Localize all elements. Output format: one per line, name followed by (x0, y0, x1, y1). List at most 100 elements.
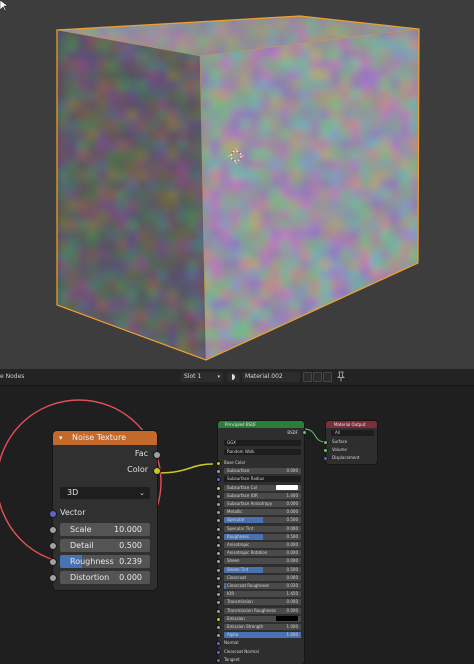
scale-field[interactable]: Scale 10.000 (60, 523, 150, 536)
cube-render[interactable] (0, 0, 474, 369)
input-socket[interactable] (216, 584, 221, 589)
fake-user-button[interactable] (303, 372, 312, 382)
bsdf-input-label: Normal (224, 640, 239, 646)
surface-input-socket[interactable] (323, 440, 328, 445)
input-socket[interactable] (216, 616, 221, 622)
dimensions-dropdown[interactable]: 3D ⌄ (60, 487, 150, 499)
input-socket[interactable] (216, 510, 221, 516)
bsdf-input-label: Transmission Roughness (227, 607, 276, 613)
displacement-input-socket[interactable] (323, 456, 328, 461)
shader-node-editor[interactable]: e Nodes Slot 1 ▾ Material.002 ▾ Noise Te… (0, 369, 474, 664)
input-socket[interactable] (216, 543, 221, 548)
bsdf-input-label: Emission (227, 615, 245, 621)
bsdf-input-row[interactable]: Sheen Tint 0.500 (216, 566, 301, 573)
input-socket[interactable] (216, 502, 221, 507)
bsdf-input-row[interactable]: Alpha 1.000 (216, 632, 301, 639)
roughness-slider[interactable]: Roughness 0.239 (60, 555, 150, 568)
bsdf-input-row[interactable]: Emission (216, 615, 301, 622)
input-socket[interactable] (216, 567, 221, 573)
distribution-dropdown[interactable]: GGX (224, 440, 301, 446)
3d-viewport[interactable] (0, 0, 474, 369)
input-socket[interactable] (216, 633, 221, 639)
bsdf-input-row: Normal (216, 640, 301, 647)
input-socket[interactable] (216, 461, 221, 466)
duplicate-material-button[interactable] (313, 372, 322, 382)
color-swatch[interactable] (276, 616, 298, 622)
input-socket[interactable] (216, 600, 221, 606)
input-socket[interactable] (216, 485, 221, 491)
bsdf-input-row[interactable]: Specular 0.500 (216, 517, 301, 524)
editor-type-label[interactable]: e Nodes (0, 373, 24, 380)
material-output-node[interactable]: Material Output All Surface Volume Displ… (323, 421, 377, 464)
bsdf-input-row[interactable]: Subsurface IOR 1.400 (216, 492, 301, 499)
bsdf-output-socket[interactable] (302, 430, 307, 435)
input-socket[interactable] (216, 657, 221, 663)
subsurface-method-dropdown[interactable]: Random Walk (224, 449, 301, 455)
principled-bsdf-node[interactable]: Principled BSDF BSDF GGX Random Walk Bas… (216, 421, 307, 664)
scale-value: 10.000 (114, 525, 142, 534)
bsdf-input-label: Subsurface Col (227, 484, 258, 490)
detail-input-socket[interactable] (49, 542, 57, 550)
input-socket[interactable] (216, 551, 221, 557)
bsdf-input-label: Sheen (227, 558, 240, 564)
material-slot-dropdown[interactable]: Slot 1 ▾ (181, 372, 223, 382)
bsdf-input-row[interactable]: Subsurface Radius (216, 476, 301, 483)
bsdf-input-row[interactable]: Subsurface 0.000 (216, 468, 301, 475)
input-socket[interactable] (216, 534, 221, 540)
roughness-input-socket[interactable] (49, 558, 57, 566)
input-socket[interactable] (216, 469, 221, 475)
collapse-caret-icon[interactable]: ▾ (59, 431, 63, 445)
material-name-field[interactable]: Material.002 (242, 372, 300, 382)
bsdf-input-row[interactable]: Subsurface Anisotropy 0.000 (216, 501, 301, 507)
render-target-dropdown[interactable]: All (331, 430, 374, 436)
bsdf-input-row[interactable]: Specular Tint 0.000 (216, 525, 301, 532)
input-socket[interactable] (216, 649, 221, 655)
fac-output-socket[interactable] (153, 451, 161, 459)
distortion-field[interactable]: Distortion 0.000 (60, 571, 150, 584)
bsdf-input-row[interactable]: Transmission 0.000 (216, 599, 301, 606)
input-socket[interactable] (216, 592, 221, 598)
roughness-value: 0.239 (119, 557, 142, 566)
pin-icon[interactable] (337, 371, 345, 382)
input-socket[interactable] (216, 493, 221, 499)
scale-input-socket[interactable] (49, 526, 57, 534)
input-socket[interactable] (216, 518, 221, 524)
input-socket[interactable] (216, 625, 221, 630)
color-output-socket[interactable] (153, 467, 161, 475)
detail-field[interactable]: Detail 0.500 (60, 539, 150, 552)
bsdf-input-row[interactable]: Clearcoat 0.000 (216, 574, 301, 581)
vector-input-socket[interactable] (49, 510, 57, 518)
bsdf-input-row[interactable]: Anisotropic 0.000 (216, 542, 301, 548)
bsdf-input-row[interactable]: Sheen 0.000 (216, 558, 301, 565)
bsdf-input-row[interactable]: Emission Strength 1.000 (216, 624, 301, 630)
input-socket[interactable] (216, 526, 221, 532)
input-socket[interactable] (216, 575, 221, 581)
bsdf-input-row[interactable]: IOR 1.450 (216, 591, 301, 598)
browse-material-icon[interactable] (227, 372, 240, 382)
bsdf-input-row[interactable]: Metallic 0.000 (216, 509, 301, 516)
noise-texture-header[interactable]: ▾ Noise Texture (53, 431, 157, 445)
input-socket[interactable] (216, 477, 221, 483)
render-target-value: All (335, 430, 340, 435)
node-editor-header: e Nodes Slot 1 ▾ Material.002 (0, 369, 474, 386)
unlink-material-button[interactable] (323, 372, 332, 382)
material-output-header[interactable]: Material Output (326, 421, 377, 428)
distortion-input-socket[interactable] (49, 574, 57, 582)
bsdf-input-row[interactable]: Transmission Roughness 0.000 (216, 607, 301, 614)
bsdf-input-value: 0.000 (286, 525, 298, 531)
input-socket[interactable] (216, 608, 221, 614)
slot-label: Slot 1 (184, 373, 202, 380)
bsdf-output-label: BSDF (287, 430, 298, 435)
color-swatch[interactable] (276, 485, 298, 491)
bsdf-input-row[interactable]: Anisotropic Rotation 0.000 (216, 550, 301, 557)
bsdf-input-row[interactable]: Subsurface Col (216, 484, 301, 491)
bsdf-input-row[interactable]: Clearcoat Roughness 0.030 (216, 583, 301, 589)
input-socket[interactable] (216, 641, 221, 647)
principled-bsdf-header[interactable]: Principled BSDF (218, 421, 304, 428)
input-socket[interactable] (216, 559, 221, 565)
bsdf-input-row[interactable]: Roughness 0.500 (216, 533, 301, 540)
noise-texture-node[interactable]: ▾ Noise Texture Fac Color 3D ⌄ Vector Sc… (49, 431, 161, 590)
volume-input-socket[interactable] (323, 448, 328, 453)
bsdf-input-value: 0.000 (286, 509, 298, 515)
bsdf-input-value: 0.000 (286, 574, 298, 580)
